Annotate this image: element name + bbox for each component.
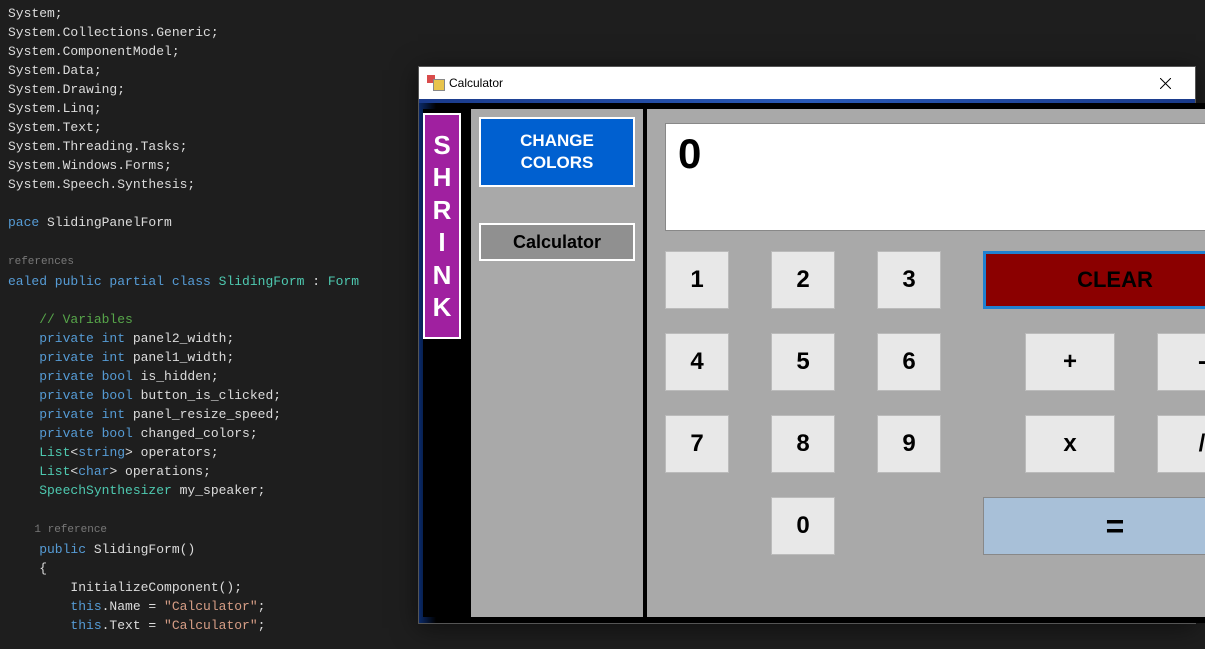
- change-colors-line2: COLORS: [521, 153, 594, 172]
- code-token: SlidingForm(): [94, 542, 195, 557]
- code-token: ;: [258, 618, 266, 633]
- code-token: System.Drawing;: [8, 82, 125, 97]
- code-token: SlidingPanelForm: [47, 215, 172, 230]
- clear-button[interactable]: CLEAR: [983, 251, 1205, 309]
- button-grid: 1 2 3 CLEAR 4 5 6 + - 7 8 9 x /: [665, 251, 1205, 555]
- digit-6-button[interactable]: 6: [877, 333, 941, 391]
- code-token: [8, 234, 16, 249]
- code-token: button_is_clicked;: [141, 388, 281, 403]
- shrink-letter: K: [433, 291, 452, 324]
- code-token: System.ComponentModel;: [8, 44, 180, 59]
- code-token: List: [8, 445, 70, 460]
- code-token: "Calculator": [164, 618, 258, 633]
- code-token: public: [8, 542, 94, 557]
- code-token: [8, 196, 16, 211]
- code-token: System.Data;: [8, 63, 102, 78]
- code-token: {: [8, 561, 47, 576]
- code-token: [8, 293, 16, 308]
- code-token: references: [8, 256, 74, 268]
- calculator-window: Calculator S H R I N K CHANGE: [418, 66, 1196, 624]
- code-token: pace: [8, 215, 47, 230]
- code-token: > operators;: [125, 445, 219, 460]
- code-token: System;: [8, 6, 63, 21]
- digit-4-button[interactable]: 4: [665, 333, 729, 391]
- minus-button[interactable]: -: [1157, 333, 1205, 391]
- code-token: changed_colors;: [141, 426, 258, 441]
- app-icon: [427, 75, 443, 91]
- calc-display: 0: [665, 123, 1205, 231]
- code-token: private int: [8, 331, 133, 346]
- code-token: SpeechSynthesizer: [8, 483, 172, 498]
- spacer: [665, 497, 729, 555]
- code-token: > operations;: [109, 464, 210, 479]
- code-token: panel2_width;: [133, 331, 234, 346]
- code-token: System.Collections.Generic;: [8, 25, 219, 40]
- code-token: :: [304, 274, 327, 289]
- digit-0-button[interactable]: 0: [771, 497, 835, 555]
- multiply-button[interactable]: x: [1025, 415, 1115, 473]
- change-colors-line1: CHANGE: [520, 131, 594, 150]
- change-colors-button[interactable]: CHANGE COLORS: [479, 117, 635, 187]
- code-token: this: [8, 618, 102, 633]
- code-token: panel_resize_speed;: [133, 407, 281, 422]
- shrink-letter: I: [438, 226, 445, 259]
- code-token: panel1_width;: [133, 350, 234, 365]
- code-token: private bool: [8, 388, 141, 403]
- code-token: private int: [8, 407, 133, 422]
- shrink-letter: R: [433, 194, 452, 227]
- spacer: [877, 497, 941, 555]
- code-token: .Text =: [102, 618, 164, 633]
- code-token: System.Text;: [8, 120, 102, 135]
- digit-7-button[interactable]: 7: [665, 415, 729, 473]
- code-token: Form: [328, 274, 359, 289]
- shrink-letter: N: [433, 259, 452, 292]
- main-panel: 0 1 2 3 CLEAR 4 5 6 + - 7 8 9 x: [647, 109, 1205, 617]
- shrink-letter: H: [433, 161, 452, 194]
- code-token: // Variables: [8, 312, 133, 327]
- code-token: ;: [258, 599, 266, 614]
- code-token: private int: [8, 350, 133, 365]
- code-token: InitializeComponent();: [8, 580, 242, 595]
- code-token: List: [8, 464, 70, 479]
- digit-9-button[interactable]: 9: [877, 415, 941, 473]
- plus-button[interactable]: +: [1025, 333, 1115, 391]
- code-token: System.Linq;: [8, 101, 102, 116]
- digit-3-button[interactable]: 3: [877, 251, 941, 309]
- shrink-letter: S: [433, 129, 450, 162]
- code-token: System.Threading.Tasks;: [8, 139, 187, 154]
- close-icon: [1160, 78, 1171, 89]
- code-token: 1 reference: [8, 524, 107, 536]
- calculator-label-button[interactable]: Calculator: [479, 223, 635, 261]
- equals-button[interactable]: =: [983, 497, 1205, 555]
- code-token: ealed public partial class: [8, 274, 219, 289]
- close-button[interactable]: [1143, 68, 1187, 98]
- code-line[interactable]: System;: [8, 4, 1205, 23]
- code-token: this: [8, 599, 102, 614]
- window-titlebar[interactable]: Calculator: [419, 67, 1195, 99]
- shrink-button[interactable]: S H R I N K: [423, 113, 461, 339]
- digit-8-button[interactable]: 8: [771, 415, 835, 473]
- code-token: char: [78, 464, 109, 479]
- code-token: [8, 502, 16, 517]
- code-line[interactable]: System.ComponentModel;: [8, 42, 1205, 61]
- code-line[interactable]: System.Collections.Generic;: [8, 23, 1205, 42]
- window-title: Calculator: [449, 76, 1143, 90]
- code-token: is_hidden;: [141, 369, 219, 384]
- code-token: System.Windows.Forms;: [8, 158, 172, 173]
- code-token: "Calculator": [164, 599, 258, 614]
- digit-1-button[interactable]: 1: [665, 251, 729, 309]
- code-token: private bool: [8, 369, 141, 384]
- shrink-panel: S H R I N K: [423, 109, 467, 617]
- code-token: private bool: [8, 426, 141, 441]
- code-token: SlidingForm: [219, 274, 305, 289]
- code-token: System.Speech.Synthesis;: [8, 177, 195, 192]
- digit-2-button[interactable]: 2: [771, 251, 835, 309]
- code-token: my_speaker;: [172, 483, 266, 498]
- divide-button[interactable]: /: [1157, 415, 1205, 473]
- code-token: .Name =: [102, 599, 164, 614]
- digit-5-button[interactable]: 5: [771, 333, 835, 391]
- code-token: string: [78, 445, 125, 460]
- side-panel: CHANGE COLORS Calculator: [471, 109, 643, 617]
